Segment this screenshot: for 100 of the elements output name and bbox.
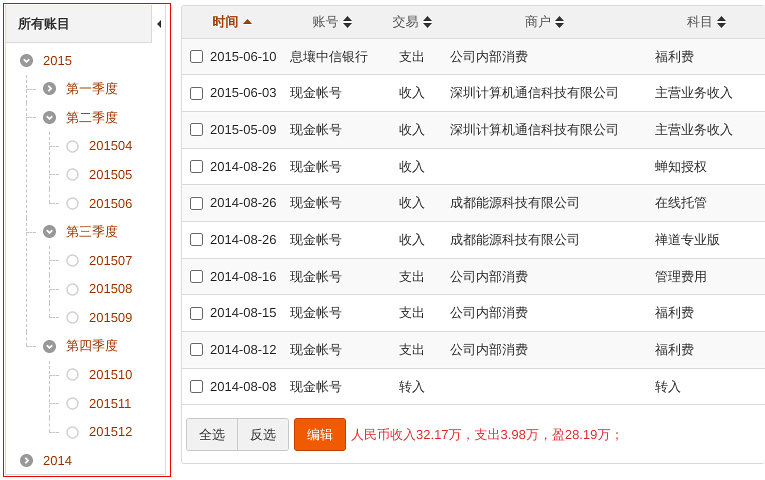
tree-item[interactable]: 2015 [43, 50, 72, 70]
table-cell: 息壤中信银行 [290, 48, 368, 64]
leaf-circle-icon [66, 368, 79, 382]
column-header[interactable]: 账号 [312, 12, 352, 32]
table-row[interactable]: 2014-08-12 现金帐号 支出 公司内部消费 福利费 [182, 332, 765, 368]
row-checkbox[interactable] [190, 86, 203, 100]
table-cell: 收入 [399, 85, 425, 100]
table-cell-text: 2014-08-08 [210, 378, 276, 396]
table-cell: 福利费 [655, 342, 694, 358]
row-checkbox[interactable] [190, 196, 203, 210]
table-cell: 收入 [399, 158, 425, 174]
column-header[interactable]: 交易 [392, 12, 432, 32]
table-cell-text: 2014-08-12 [210, 341, 276, 360]
chevron-down-icon[interactable] [43, 110, 56, 124]
table-row[interactable]: 2015-06-03 现金帐号 收入 深圳计算机通信科技有限公司 主营业务收入 [182, 74, 765, 112]
leaf-circle-icon [66, 168, 79, 182]
column-header[interactable]: 科目 [687, 12, 726, 32]
table-row[interactable]: 2015-06-10 息壤中信银行 支出 公司内部消费 福利费 [182, 38, 765, 75]
chevron-right-icon[interactable] [20, 454, 33, 468]
table-cell: 成都能源科技有限公司 [450, 232, 580, 248]
sidebar-title: 所有账目 [16, 14, 70, 33]
table-row[interactable]: 2014-08-15 现金帐号 支出 公司内部消费 福利费 [182, 294, 765, 332]
tree-item[interactable]: 第一季度 [66, 79, 118, 99]
table-row[interactable]: 2014-08-26 现金帐号 收入 蝉知授权 [182, 148, 765, 185]
tree-item[interactable]: 2014 [43, 450, 72, 470]
table-cell: 蝉知授权 [655, 158, 707, 174]
table-cell: 公司内部消费 [450, 342, 528, 358]
table-cell-text: 2015-05-09 [210, 120, 276, 139]
row-checkbox[interactable] [190, 123, 203, 136]
column-header[interactable]: 商户 [525, 12, 564, 32]
leaf-circle-icon [66, 426, 79, 439]
row-checkbox[interactable] [190, 50, 203, 63]
tree-item[interactable]: 201507 [89, 250, 132, 270]
table-cell: 现金帐号 [290, 268, 342, 284]
tree-item[interactable]: 201510 [89, 365, 132, 385]
collapse-button[interactable] [151, 4, 165, 42]
table-cell: 支出 [399, 48, 425, 64]
table-cell: 现金帐号 [290, 195, 342, 210]
table-cell: 收入 [399, 232, 425, 248]
table-row[interactable]: 2014-08-16 现金帐号 支出 公司内部消费 管理费用 [182, 258, 765, 295]
table-row[interactable]: 2015-05-09 现金帐号 收入 深圳计算机通信科技有限公司 主营业务收入 [182, 111, 765, 148]
table-cell: 公司内部消费 [450, 305, 528, 320]
table-row[interactable]: 2014-08-08 现金帐号 转入 转入 [182, 368, 765, 405]
edit-button[interactable]: 编辑 [294, 418, 346, 451]
select-button[interactable]: 全选 [186, 418, 238, 451]
table-cell: 支出 [399, 342, 425, 358]
table-cell: 福利费 [655, 48, 694, 64]
row-checkbox[interactable] [190, 343, 203, 356]
row-checkbox[interactable] [190, 380, 203, 394]
table-cell: 禅道专业版 [655, 232, 720, 248]
sort-icon [555, 16, 564, 28]
table-cell: 转入 [399, 378, 425, 394]
table-cell: 深圳计算机通信科技有限公司 [450, 122, 619, 137]
table-cell: 支出 [399, 268, 425, 284]
leaf-circle-icon [66, 282, 79, 296]
leaf-circle-icon [66, 396, 79, 410]
tree-item[interactable]: 201511 [89, 394, 132, 414]
tree-item[interactable]: 第二季度 [66, 108, 118, 128]
table-row[interactable]: 2014-08-26 现金帐号 收入 成都能源科技有限公司 在线托管 [182, 184, 765, 222]
chevron-right-icon[interactable] [43, 82, 56, 96]
table-cell-text: 2014-08-26 [210, 158, 276, 176]
sort-icon [717, 16, 726, 28]
table-cell: 现金帐号 [290, 158, 342, 174]
table-cell: 转入 [655, 378, 681, 394]
table-cell: 主营业务收入 [655, 122, 733, 137]
leaf-circle-icon [66, 196, 79, 210]
table-cell: 收入 [399, 195, 425, 210]
table-cell-text: 2014-08-16 [210, 268, 276, 286]
chevron-down-icon[interactable] [20, 54, 33, 67]
leaf-circle-icon [66, 311, 79, 324]
table-cell: 管理费用 [655, 268, 707, 284]
tree-item[interactable]: 第四季度 [66, 336, 118, 356]
tree-item[interactable]: 201505 [89, 164, 132, 184]
table-cell: 公司内部消费 [450, 268, 528, 284]
chevron-down-icon[interactable] [43, 225, 56, 238]
tree-item[interactable]: 201506 [89, 194, 132, 214]
table-cell: 现金帐号 [290, 232, 342, 248]
table-cell: 收入 [399, 122, 425, 137]
tree-item[interactable]: 第三季度 [66, 222, 118, 242]
table-cell-text: 2015-06-10 [210, 48, 276, 66]
tree-item[interactable]: 201512 [89, 422, 132, 442]
tree-item[interactable]: 201509 [89, 308, 132, 328]
column-header[interactable]: 时间 [212, 12, 252, 32]
caret-left-icon [156, 20, 160, 28]
tree-item[interactable]: 201508 [89, 279, 132, 299]
table-cell: 成都能源科技有限公司 [450, 195, 580, 210]
table-cell-text: 2014-08-26 [210, 231, 276, 250]
row-checkbox[interactable] [190, 160, 203, 173]
table-cell: 现金帐号 [290, 305, 342, 320]
tree-item[interactable]: 201504 [89, 136, 132, 156]
select-button[interactable]: 反选 [238, 418, 289, 451]
chevron-down-icon[interactable] [43, 340, 56, 353]
row-checkbox[interactable] [190, 233, 203, 246]
table-cell: 支出 [399, 305, 425, 320]
table-row[interactable]: 2014-08-26 现金帐号 收入 成都能源科技有限公司 禅道专业版 [182, 221, 765, 258]
row-checkbox[interactable] [190, 270, 203, 283]
table-cell: 主营业务收入 [655, 85, 733, 100]
table-cell-text: 2014-08-15 [210, 304, 276, 322]
row-checkbox[interactable] [190, 306, 203, 320]
table-cell-text: 2015-06-03 [210, 84, 276, 102]
